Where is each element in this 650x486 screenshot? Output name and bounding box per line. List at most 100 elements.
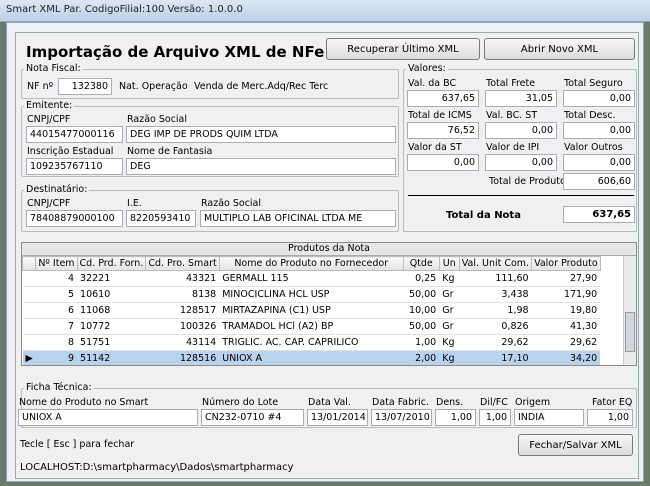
cell-valor-produto: 29,62	[531, 334, 601, 351]
window-frame: Importação de Arquivo XML de NFe Recuper…	[6, 22, 644, 482]
valor-st-field[interactable]: 0,00	[407, 154, 479, 171]
cell-val-unit: 17,10	[459, 350, 532, 365]
total-icms-field[interactable]: 76,52	[407, 122, 479, 139]
emitente-ie-label: Inscrição Estadual	[27, 146, 114, 157]
ficha-data-val-field[interactable]: 13/01/2014	[307, 409, 368, 426]
valor-outros-field[interactable]: 0,00	[563, 154, 635, 171]
cell-cd-forn: 10772	[77, 318, 146, 335]
page-title: Importação de Arquivo XML de NFe	[26, 43, 325, 61]
total-nota-label: Total da Nota	[446, 210, 521, 221]
nf-number-field[interactable]: 132380	[58, 78, 112, 95]
cell-item: 4	[35, 270, 78, 287]
valor-ipi-label: Valor de IPI	[486, 142, 540, 153]
emitente-razao-field[interactable]: DEG IMP DE PRODS QUIM LTDA	[126, 126, 396, 143]
cell-valor-produto: 171,90	[531, 286, 601, 303]
cell-cd-forn: 51142	[77, 350, 146, 365]
cell-cd-forn: 10610	[77, 286, 146, 303]
total-seguro-field[interactable]: 0,00	[563, 90, 635, 107]
emitente-fantasia-label: Nome de Fantasia	[127, 146, 213, 157]
ficha-data-fab-field[interactable]: 13/07/2010	[371, 409, 432, 426]
total-frete-field[interactable]: 31,05	[485, 90, 557, 107]
row-indicator	[22, 302, 36, 319]
products-grid: Produtos da Nota Nº Item Cd. Prd. Forn. …	[21, 242, 637, 366]
cell-val-unit: 111,60	[459, 270, 532, 287]
ficha-fator-field[interactable]: 1,00	[587, 409, 633, 426]
col-val-unit[interactable]: Val. Unit Com.	[458, 256, 533, 271]
destinatario-ie-field[interactable]: 8220593410	[126, 210, 196, 227]
cell-un: Kg	[439, 270, 460, 287]
grid-scrollbar[interactable]	[623, 256, 636, 365]
ficha-dens-label: Dens.	[436, 397, 464, 408]
cell-val-unit: 29,62	[459, 334, 532, 351]
val-bc-st-field[interactable]: 0,00	[485, 122, 557, 139]
totals-divider	[408, 195, 634, 196]
cell-valor-produto: 41,30	[531, 318, 601, 335]
table-row[interactable]: 6 11068 128517 MIRTAZAPINA (C1) USP 10,0…	[22, 302, 601, 319]
col-cd-prd-forn[interactable]: Cd. Prd. Forn.	[76, 256, 147, 271]
row-pointer-icon: ▶	[22, 350, 36, 365]
cell-qtde: 50,00	[403, 286, 440, 303]
ficha-origem-label: Origem	[515, 397, 551, 408]
valores-group-title: Valores:	[406, 63, 448, 74]
col-qtde[interactable]: Qtde	[402, 256, 440, 271]
ficha-nome-label: Nome do Produto no Smart	[19, 397, 149, 408]
nota-fiscal-group-title: Nota Fiscal:	[24, 63, 83, 74]
cell-qtde: 0,25	[403, 270, 440, 287]
cell-item: 6	[35, 302, 78, 319]
col-valor-produto[interactable]: Valor Produto	[531, 256, 601, 271]
emitente-ie-field[interactable]: 109235767110	[26, 158, 123, 175]
products-header-row: Nº Item Cd. Prd. Forn. Cd. Pro. Smart No…	[22, 256, 601, 271]
row-indicator	[22, 270, 36, 287]
col-nome-produto[interactable]: Nome do Produto no Fornecedor	[218, 256, 404, 271]
col-un[interactable]: Un	[438, 256, 460, 271]
emitente-cnpj-field[interactable]: 44015477000116	[26, 126, 123, 143]
cell-qtde: 10,00	[403, 302, 440, 319]
close-save-xml-button[interactable]: Fechar/Salvar XML	[518, 434, 633, 456]
cell-cd-smart: 100326	[145, 318, 220, 335]
cell-un: Gr	[439, 286, 460, 303]
cell-nome: TRIGLIC. AC. CAP. CAPRILICO	[219, 334, 404, 351]
col-cd-pro-smart[interactable]: Cd. Pro. Smart	[145, 256, 220, 271]
cell-item: 9	[35, 350, 78, 365]
destinatario-razao-label: Razão Social	[201, 198, 262, 209]
total-produtos-field[interactable]: 606,60	[563, 173, 635, 190]
total-desc-field[interactable]: 0,00	[563, 122, 635, 139]
recover-last-xml-button[interactable]: Recuperar Último XML	[326, 38, 480, 60]
nat-operacao-label: Nat. Operação	[119, 81, 188, 92]
ficha-tecnica-group-title: Ficha Técnica:	[24, 382, 94, 393]
main-panel: Importação de Arquivo XML de NFe Recuper…	[15, 32, 639, 479]
valor-outros-label: Valor Outros	[564, 142, 623, 153]
table-row[interactable]: 4 32221 43321 GERMALL 115 0,25 Kg 111,60…	[22, 270, 601, 287]
ficha-lote-field[interactable]: CN232-0710 #4	[201, 409, 304, 426]
valor-ipi-field[interactable]: 0,00	[485, 154, 557, 171]
destinatario-razao-field[interactable]: MULTIPLO LAB OFICINAL LTDA ME	[200, 210, 396, 227]
total-nota-field[interactable]: 637,65	[563, 206, 635, 223]
table-row[interactable]: 7 10772 100326 TRAMADOL HCl (A2) BP 50,0…	[22, 318, 601, 335]
row-indicator	[22, 334, 36, 351]
ficha-origem-field[interactable]: INDIA	[514, 409, 584, 426]
open-new-xml-button[interactable]: Abrir Novo XML	[484, 38, 635, 60]
cell-cd-smart: 128516	[145, 350, 220, 365]
grid-scrollbar-thumb[interactable]	[625, 312, 635, 352]
val-bc-label: Val. da BC	[408, 78, 457, 89]
col-item[interactable]: Nº Item	[35, 256, 78, 271]
destinatario-cnpj-field[interactable]: 78408879000100	[26, 210, 123, 227]
emitente-cnpj-label: CNPJ/CPF	[27, 114, 71, 125]
total-desc-label: Total Desc.	[564, 110, 616, 121]
cell-cd-forn: 11068	[77, 302, 146, 319]
table-row-selected[interactable]: ▶ 9 51142 128516 UNIOX A 2,00 Kg 17,10 3…	[22, 350, 601, 365]
cell-item: 8	[35, 334, 78, 351]
val-bc-field[interactable]: 637,65	[407, 90, 479, 107]
table-row[interactable]: 5 10610 8138 MINOCICLINA HCL USP 50,00 G…	[22, 286, 601, 303]
ficha-dens-field[interactable]: 1,00	[435, 409, 476, 426]
row-indicator	[22, 318, 36, 335]
ficha-nome-field[interactable]: UNIOX A	[18, 409, 198, 426]
ficha-fator-label: Fator EQ	[592, 397, 633, 408]
emitente-fantasia-field[interactable]: DEG	[126, 158, 396, 175]
nf-number-label: NF nº	[27, 81, 54, 92]
cell-un: Gr	[439, 302, 460, 319]
cell-val-unit: 1,98	[459, 302, 532, 319]
ficha-dil-fc-field[interactable]: 1,00	[479, 409, 511, 426]
table-row[interactable]: 8 51751 43114 TRIGLIC. AC. CAP. CAPRILIC…	[22, 334, 601, 351]
total-frete-label: Total Frete	[486, 78, 536, 89]
